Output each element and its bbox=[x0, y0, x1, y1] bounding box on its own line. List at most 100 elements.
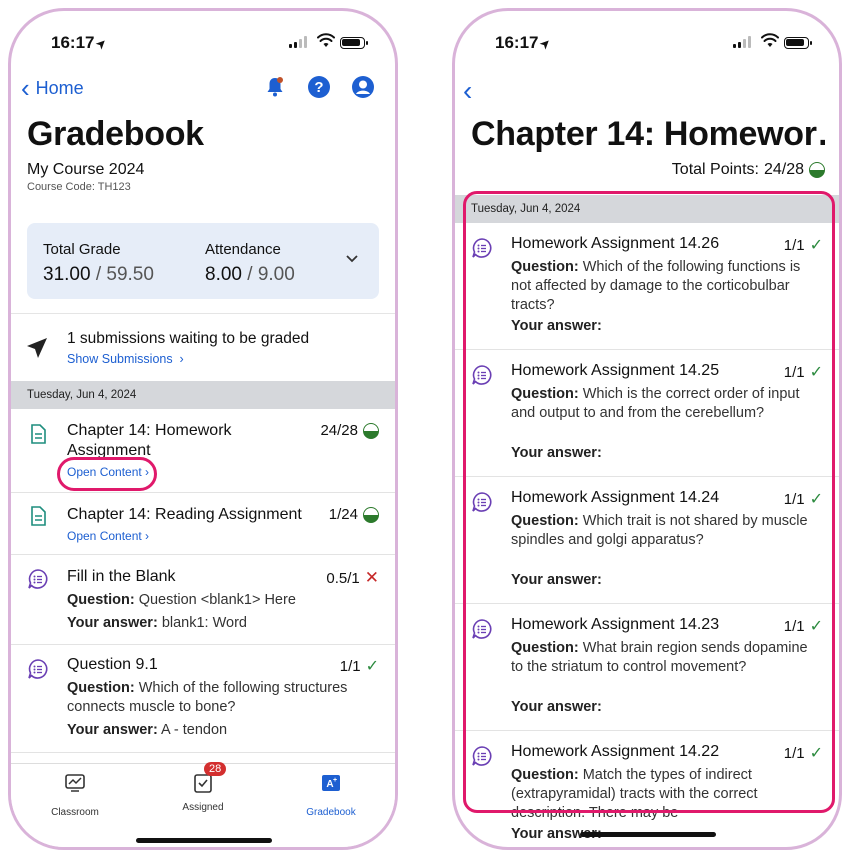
item-answer: Your answer: blank1: Word bbox=[67, 615, 247, 631]
grade-summary-card[interactable]: Total Grade 31.00 / 59.50 Attendance 8.0… bbox=[27, 223, 379, 299]
question-list-icon bbox=[472, 492, 492, 512]
list-item[interactable]: Fill in the Blank 0.5/1 ✕ Question: Quest… bbox=[11, 555, 395, 645]
item-question: Question: Match the types of indirect (e… bbox=[511, 767, 758, 821]
total-grade-value: 31.00 / 59.50 bbox=[43, 264, 154, 285]
attendance-value: 8.00 / 9.00 bbox=[205, 264, 295, 285]
submissions-banner: 1 submissions waiting to be graded Show … bbox=[11, 313, 395, 379]
cellular-signal-icon bbox=[289, 36, 309, 48]
home-indicator bbox=[580, 832, 716, 837]
list-item[interactable]: Homework Assignment 14.22 1/1 ✓ Question:… bbox=[455, 731, 839, 847]
list-item[interactable]: Homework Assignment 14.23 1/1 ✓ Question:… bbox=[455, 604, 839, 731]
list-item[interactable]: Chapter 14: Reading Assignment 1/24 Open… bbox=[11, 493, 395, 555]
item-title: Chapter 14: Reading Assignment bbox=[67, 506, 302, 523]
list-item[interactable]: Question 9.1 1/1 ✓ Question: Which of the… bbox=[11, 645, 395, 753]
item-title: Fill in the Blank bbox=[67, 568, 176, 585]
svg-text:+: + bbox=[333, 777, 337, 784]
partial-grade-icon bbox=[363, 506, 379, 523]
attendance-label: Attendance bbox=[205, 241, 281, 258]
document-icon bbox=[31, 424, 46, 444]
back-label: Home bbox=[35, 77, 84, 98]
tab-gradebook[interactable]: A + Gradebook bbox=[281, 772, 381, 818]
help-icon[interactable]: ? bbox=[307, 75, 331, 99]
item-score: 1/1 ✓ bbox=[339, 657, 379, 676]
gradebook-icon: A + bbox=[322, 775, 340, 791]
correct-checkmark-icon: ✓ bbox=[365, 658, 379, 675]
correct-checkmark-icon: ✓ bbox=[809, 618, 823, 635]
item-score: 1/1 ✓ bbox=[783, 490, 823, 509]
list-item[interactable]: Homework Assignment 14.24 1/1 ✓ Question:… bbox=[455, 477, 839, 604]
item-title: Homework Assignment 14.26 bbox=[511, 235, 720, 252]
tab-assigned[interactable]: 28 Assigned bbox=[153, 762, 253, 813]
item-title: Homework Assignment 14.25 bbox=[511, 362, 720, 379]
incorrect-icon: ✕ bbox=[364, 568, 379, 587]
submissions-text: 1 submissions waiting to be graded bbox=[67, 330, 310, 347]
nav-bar: ‹ Home ? bbox=[11, 75, 395, 107]
assignment-question-list[interactable]: Tuesday, Jun 4, 2024 Homework Assignment… bbox=[455, 195, 839, 847]
show-submissions-link[interactable]: Show Submissions › bbox=[67, 352, 184, 366]
home-indicator bbox=[136, 838, 272, 843]
document-icon bbox=[31, 506, 46, 526]
svg-text:?: ? bbox=[314, 79, 323, 96]
item-question: Question: Which trait is not shared by m… bbox=[511, 513, 808, 548]
assignment-detail-screen: 16:17➤ ‹ Chapter 14: Homewor… Total Poin… bbox=[452, 8, 842, 850]
date-header: Tuesday, Jun 4, 2024 bbox=[455, 195, 839, 223]
location-arrow-icon: ➤ bbox=[536, 34, 555, 53]
question-list-icon bbox=[28, 659, 48, 679]
send-icon bbox=[27, 338, 47, 358]
assigned-count-badge: 28 bbox=[204, 762, 227, 776]
list-item[interactable]: Homework Assignment 14.25 1/1 ✓ Question:… bbox=[455, 350, 839, 477]
page-title: Chapter 14: Homewor… bbox=[471, 115, 825, 153]
total-points: Total Points: 24/28 bbox=[672, 161, 825, 179]
item-answer-label: Your answer: bbox=[511, 699, 602, 715]
chevron-down-icon[interactable] bbox=[345, 251, 359, 265]
date-header: Tuesday, Jun 4, 2024 bbox=[11, 381, 395, 409]
item-title: Chapter 14: Homework Assignment bbox=[67, 422, 232, 459]
correct-checkmark-icon: ✓ bbox=[809, 364, 823, 381]
item-question: Question: What brain region sends dopami… bbox=[511, 640, 808, 675]
back-button[interactable]: ‹ bbox=[463, 75, 472, 107]
status-bar: 16:17➤ bbox=[11, 11, 395, 67]
location-arrow-icon: ➤ bbox=[92, 34, 111, 53]
item-answer-label: Your answer: bbox=[511, 318, 602, 334]
wifi-icon bbox=[761, 33, 779, 47]
gradebook-screen: 16:17➤ ‹ Home ? Gradebook My Course 2024… bbox=[8, 8, 398, 850]
question-list-icon bbox=[472, 365, 492, 385]
item-title: Homework Assignment 14.22 bbox=[511, 743, 720, 760]
back-home-button[interactable]: ‹ Home bbox=[21, 75, 84, 101]
correct-checkmark-icon: ✓ bbox=[809, 237, 823, 254]
correct-checkmark-icon: ✓ bbox=[809, 745, 823, 762]
item-question: Question: Which of the following structu… bbox=[67, 680, 348, 715]
item-score: 1/1 ✓ bbox=[783, 744, 823, 763]
status-time: 16:17➤ bbox=[495, 33, 555, 53]
tab-classroom[interactable]: Classroom bbox=[25, 772, 125, 818]
status-time: 16:17➤ bbox=[51, 33, 111, 53]
wifi-icon bbox=[317, 33, 335, 47]
item-question: Question: Question <blank1> Here bbox=[67, 592, 296, 608]
item-answer: Your answer: A - tendon bbox=[67, 722, 228, 738]
item-title: Question 9.1 bbox=[67, 656, 158, 673]
battery-icon bbox=[340, 37, 368, 49]
partial-grade-icon bbox=[809, 162, 825, 178]
item-score: 0.5/1 ✕ bbox=[326, 568, 379, 587]
item-score: 1/1 ✓ bbox=[783, 363, 823, 382]
bell-icon[interactable] bbox=[263, 75, 287, 99]
item-score: 24/28 bbox=[320, 422, 379, 439]
tab-bar: Classroom 28 Assigned A + Gradebook bbox=[11, 762, 395, 847]
item-question: Question: Which of the following functio… bbox=[511, 259, 801, 313]
cellular-signal-icon bbox=[733, 36, 753, 48]
open-content-link[interactable]: Open Content › bbox=[67, 529, 149, 543]
question-list-icon bbox=[472, 746, 492, 766]
item-title: Homework Assignment 14.23 bbox=[511, 616, 720, 633]
question-list-icon bbox=[472, 619, 492, 639]
chevron-left-icon: ‹ bbox=[463, 75, 473, 106]
highlight-annotation bbox=[57, 457, 157, 491]
list-item[interactable]: Homework Assignment 14.26 1/1 ✓ Question:… bbox=[455, 223, 839, 350]
profile-icon[interactable] bbox=[351, 75, 375, 99]
classroom-icon bbox=[65, 774, 85, 792]
item-answer-label: Your answer: bbox=[511, 572, 602, 588]
question-list-icon bbox=[28, 569, 48, 589]
item-question: Question: Which is the correct order of … bbox=[511, 386, 800, 421]
correct-checkmark-icon: ✓ bbox=[809, 491, 823, 508]
item-answer-label: Your answer: bbox=[511, 445, 602, 461]
partial-grade-icon bbox=[363, 422, 379, 439]
